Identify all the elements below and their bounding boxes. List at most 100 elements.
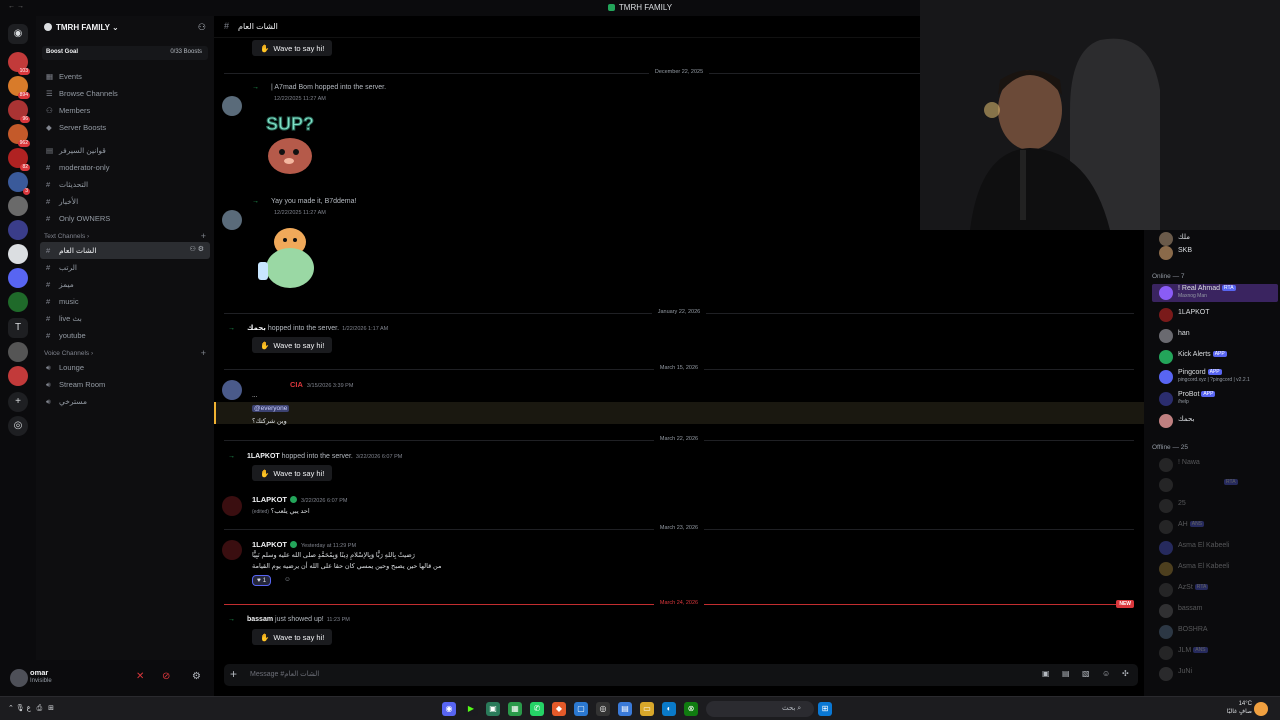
channel-ranks[interactable]: # الرتب [36, 259, 214, 276]
message-input[interactable]: Message #الشات العام [250, 670, 319, 678]
message-author[interactable]: CIA 3/15/2026 3:39 PM [290, 380, 353, 389]
server-icon[interactable] [8, 244, 28, 264]
server-icon[interactable] [8, 366, 28, 386]
channel-live[interactable]: # live بث [36, 310, 214, 327]
member-item[interactable]: ! Nawa [1152, 456, 1278, 474]
message-composer[interactable]: + Message #الشات العام ▣ ▤ ▧ ☺ ✣ [224, 664, 1138, 686]
member-item[interactable]: bassam [1152, 602, 1278, 620]
voice-relax[interactable]: 🔊︎ مسترخي [36, 393, 214, 410]
avatar[interactable] [222, 540, 242, 560]
server-icon[interactable]: 96 [8, 100, 30, 123]
server-icon[interactable] [8, 292, 28, 312]
voice-stream-room[interactable]: 🔊︎ Stream Room [36, 376, 214, 393]
server-icon[interactable] [8, 196, 28, 216]
server-icon[interactable] [8, 220, 28, 240]
add-channel-icon[interactable]: + [201, 231, 206, 241]
channel-settings-icon[interactable]: ⚇ ⚙ [190, 245, 205, 253]
boost-goal-bar[interactable]: Boost Goal 0/33 Boosts [42, 46, 208, 60]
member-item[interactable]: SKB [1152, 244, 1278, 262]
kick-taskbar-icon[interactable]: ▶ [464, 702, 478, 716]
add-member-icon[interactable]: ⚇ [198, 22, 206, 33]
channel-news[interactable]: # الأخبار [36, 193, 214, 210]
avatar[interactable] [222, 380, 242, 400]
member-item[interactable]: 25 [1152, 497, 1278, 515]
app-taskbar-icon[interactable]: ▢ [574, 702, 588, 716]
channel-general-active[interactable]: # الشات العام ⚇ ⚙ [40, 242, 210, 259]
emoji-icon[interactable]: ☺ [1102, 669, 1110, 678]
settings-gear-icon[interactable]: ⚙ [192, 671, 201, 682]
avatar[interactable] [222, 96, 242, 116]
weather-icon[interactable] [1254, 702, 1268, 716]
taskbar-search[interactable]: بحث ⌕ [706, 701, 814, 717]
member-item[interactable]: Pingcord APP pingcord.xyz | ?pingcord | v2… [1152, 368, 1278, 386]
voice-lounge[interactable]: 🔊︎ Lounge [36, 359, 214, 376]
store-taskbar-icon[interactable]: ▤ [618, 702, 632, 716]
deafen-icon[interactable]: ⊘ [162, 671, 170, 682]
member-item[interactable]: RTA [1152, 476, 1278, 494]
member-item[interactable]: Asma El Kabeeli [1152, 539, 1278, 557]
member-item[interactable]: 1LAPKOT [1152, 306, 1278, 324]
server-icon[interactable]: 3 [8, 172, 30, 195]
member-item[interactable]: ! Real Ahmad RTA Maxnog Man [1152, 284, 1278, 302]
gif-icon[interactable]: ▤ [1062, 669, 1070, 678]
channel-moderator-only[interactable]: # moderator-only [36, 159, 214, 176]
app-taskbar-icon[interactable]: ▦ [508, 702, 522, 716]
server-icon-active[interactable] [8, 268, 28, 288]
channel-updates[interactable]: # التحديثات [36, 176, 214, 193]
channel-youtube[interactable]: # youtube [36, 327, 214, 344]
wave-button[interactable]: ✋ Wave to say hi! [252, 337, 332, 353]
channel-only-owners[interactable]: # Only OWNERS [36, 210, 214, 227]
clock[interactable]: 14°C صافٍ غالبًا [1222, 700, 1252, 716]
wave-button[interactable]: ✋ Wave to say hi! [252, 40, 332, 56]
member-item[interactable]: ProBot APP/help [1152, 390, 1278, 408]
app-taskbar-icon[interactable]: ▣ [486, 702, 500, 716]
category-voice-channels[interactable]: Voice Channels › + [36, 344, 214, 359]
member-item[interactable]: Asma El Kabeeli [1152, 560, 1278, 578]
category-text-channels[interactable]: Text Channels › + [36, 227, 214, 242]
channel-music[interactable]: # music [36, 293, 214, 310]
discover-icon[interactable]: ◎ [8, 416, 28, 436]
message-author[interactable]: 1LAPKOT Yesterday at 11:29 PM [252, 540, 356, 549]
member-item[interactable]: JLM ANS [1152, 644, 1278, 662]
server-icon[interactable]: 82 [8, 148, 30, 171]
server-icon[interactable]: 962 [8, 124, 30, 147]
member-item[interactable]: BOSHRA [1152, 623, 1278, 641]
member-item[interactable]: بحمك [1152, 412, 1278, 430]
edge-taskbar-icon[interactable]: ◐ [662, 702, 676, 716]
mention-text[interactable]: @everyone [252, 405, 290, 412]
server-icon[interactable]: 103 [8, 52, 30, 75]
server-icon[interactable]: 894 [8, 76, 30, 99]
member-item[interactable]: Kick Alerts APP [1152, 348, 1278, 366]
start-button-icon[interactable]: ⊞ [818, 702, 832, 716]
server-icon[interactable] [8, 342, 28, 362]
add-channel-icon[interactable]: + [201, 348, 206, 358]
wave-button[interactable]: ✋ Wave to say hi! [252, 629, 332, 645]
nav-events[interactable]: ▦ Events [36, 68, 214, 85]
avatar[interactable] [222, 496, 242, 516]
add-reaction-icon[interactable]: ☺ [284, 576, 291, 583]
xbox-taskbar-icon[interactable]: ⊗ [684, 702, 698, 716]
member-item[interactable]: AzSt RTA [1152, 581, 1278, 599]
wave-button[interactable]: ✋ Wave to say hi! [252, 465, 332, 481]
message-author[interactable]: 1LAPKOT 3/22/2026 6:07 PM [252, 495, 348, 504]
whatsapp-taskbar-icon[interactable]: ✆ [530, 702, 544, 716]
add-server-icon[interactable]: + [8, 392, 28, 412]
member-item[interactable]: AH ANS [1152, 518, 1278, 536]
nav-browse-channels[interactable]: ☰ Browse Channels [36, 85, 214, 102]
obs-taskbar-icon[interactable]: ◎ [596, 702, 610, 716]
sticker-icon[interactable]: ▧ [1082, 669, 1090, 678]
reaction-heart[interactable]: ♥ 1 [252, 575, 272, 586]
server-icon[interactable]: T [8, 318, 28, 338]
gift-icon[interactable]: ▣ [1042, 669, 1050, 678]
avatar[interactable] [222, 210, 242, 230]
discord-home-icon[interactable]: ◉ [8, 24, 28, 44]
attach-plus-icon[interactable]: + [230, 667, 237, 681]
mute-icon[interactable]: ✕ [136, 671, 144, 682]
nav-server-boosts[interactable]: ◆ Server Boosts [36, 119, 214, 136]
guild-header[interactable]: TMRH FAMILY ⌄ ⚇ [36, 16, 214, 40]
channel-memes[interactable]: # ميمز [36, 276, 214, 293]
folder-taskbar-icon[interactable]: ▭ [640, 702, 654, 716]
discord-taskbar-icon[interactable]: ◉ [442, 702, 456, 716]
member-item[interactable]: JuNi [1152, 665, 1278, 683]
avatar[interactable] [10, 669, 28, 687]
